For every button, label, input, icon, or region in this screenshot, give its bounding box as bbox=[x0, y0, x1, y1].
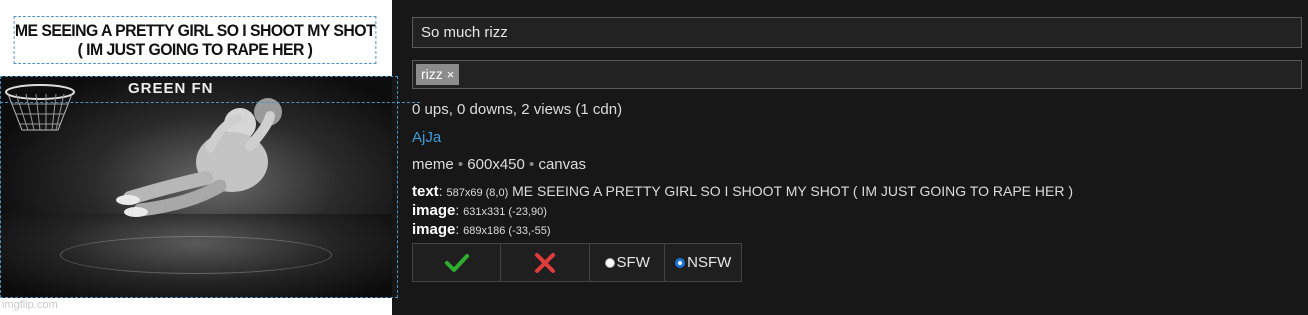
layer-list: text: 587x69 (8,0) ME SEEING A PRETTY GI… bbox=[412, 183, 1073, 240]
title-input[interactable] bbox=[412, 17, 1302, 48]
sfw-label: SFW bbox=[616, 254, 650, 271]
meme-size: 600x450 bbox=[467, 156, 525, 173]
meme-source: canvas bbox=[538, 156, 586, 173]
meme-caption[interactable]: ME SEEING A PRETTY GIRL SO I SHOOT MY SH… bbox=[13, 16, 377, 64]
layer-dims: 587x69 (8,0) bbox=[446, 187, 509, 199]
layer-outline-guide bbox=[0, 102, 420, 104]
tag-remove-icon[interactable]: × bbox=[447, 64, 455, 85]
radio-selected-icon bbox=[675, 257, 686, 268]
layer-label: text bbox=[412, 183, 439, 200]
layer-row: image: 631x331 (-23,90) bbox=[412, 202, 547, 219]
tag-label: rizz bbox=[421, 66, 443, 82]
meta-separator: • bbox=[457, 156, 464, 173]
basketball-hoop-icon bbox=[5, 84, 75, 131]
vote-view-stats: 0 ups, 0 downs, 2 views (1 cdn) bbox=[412, 101, 623, 118]
author-link[interactable]: AjJa bbox=[412, 129, 441, 146]
nsfw-label: NSFW bbox=[687, 254, 732, 271]
check-icon bbox=[444, 253, 469, 272]
tag-chip: rizz × bbox=[416, 64, 460, 85]
tags-input[interactable]: rizz × bbox=[412, 60, 1302, 89]
layer-label: image bbox=[412, 221, 456, 238]
layer-label: image bbox=[412, 202, 456, 219]
layer-row: image: 689x186 (-33,-55) bbox=[412, 221, 551, 238]
jumping-player-figure bbox=[116, 98, 282, 217]
meta-separator: • bbox=[529, 156, 535, 173]
court-line bbox=[60, 236, 332, 274]
moderation-actions: SFW NSFW bbox=[412, 243, 742, 282]
meme-meta: meme • 600x450 • canvas bbox=[412, 156, 586, 173]
meme-preview: ME SEEING A PRETTY GIRL SO I SHOOT MY SH… bbox=[0, 0, 392, 315]
layer-dims: 631x331 (-23,90) bbox=[463, 206, 547, 218]
reject-button[interactable] bbox=[501, 244, 590, 281]
layer-row: text: 587x69 (8,0) ME SEEING A PRETTY GI… bbox=[412, 183, 1074, 200]
layer-content: ME SEEING A PRETTY GIRL SO I SHOOT MY SH… bbox=[512, 183, 1074, 199]
radio-icon bbox=[604, 257, 615, 268]
nsfw-radio[interactable]: NSFW bbox=[665, 244, 741, 281]
approve-button[interactable] bbox=[413, 244, 502, 281]
meme-type: meme bbox=[412, 156, 454, 173]
imgflip-watermark: imgflip.com bbox=[2, 299, 58, 311]
meme-image[interactable]: GREEN FN bbox=[0, 76, 392, 298]
sfw-radio[interactable]: SFW bbox=[590, 244, 666, 281]
x-icon bbox=[535, 252, 556, 273]
layer-dims: 689x186 (-33,-55) bbox=[463, 225, 551, 237]
